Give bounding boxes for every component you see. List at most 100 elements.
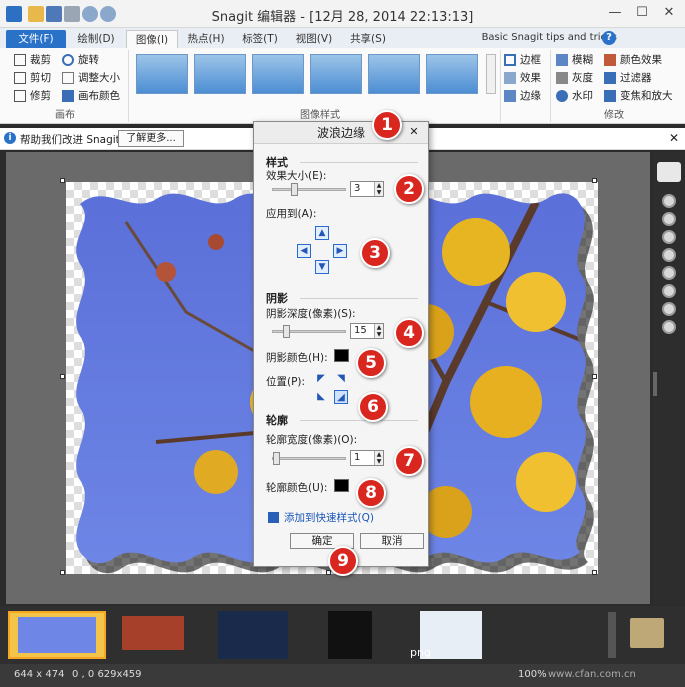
title-bar: Snagit 编辑器 - [12月 28, 2014 22:13:13] — ☐… [0, 0, 685, 28]
apply-right-edge-button[interactable]: ▶ [333, 244, 347, 258]
shadow-depth-slider[interactable] [272, 325, 346, 338]
shadow-position-label: 位置(P): [266, 376, 306, 388]
tips-link[interactable]: Basic Snagit tips and tricks [482, 32, 617, 43]
border-icon [504, 54, 516, 66]
tab-image[interactable]: 图像(I) [126, 30, 178, 48]
canvas-color-button[interactable]: 画布颜色 [62, 88, 120, 104]
resize-button[interactable]: 调整大小 [62, 70, 120, 86]
callout-badge: 6 [358, 392, 388, 422]
rotate-icon [62, 54, 74, 66]
maximize-button[interactable]: ☐ [632, 5, 652, 21]
resize-handle[interactable] [60, 178, 65, 183]
color-effects-button[interactable]: 颜色效果 [604, 52, 662, 68]
shadow-position-top-left[interactable]: ◤ [314, 372, 328, 386]
resize-icon [62, 72, 74, 84]
tray-thumbnail[interactable] [218, 611, 288, 659]
stepper-arrows[interactable]: ▲ ▼ [374, 182, 383, 196]
tray-scrollbar[interactable] [608, 612, 616, 658]
window-title: Snagit 编辑器 - [12月 28, 2014 22:13:13] [211, 10, 474, 25]
style-gallery-scroll[interactable] [486, 54, 496, 94]
resize-handle[interactable] [592, 374, 597, 379]
zoom-level-readout: 100% [518, 669, 547, 680]
tray-thumbnail[interactable] [328, 611, 372, 659]
image-style-thumbnail[interactable] [426, 54, 478, 94]
help-icon[interactable]: ? [602, 31, 616, 45]
learn-more-button[interactable]: 了解更多... [118, 130, 184, 147]
tab-view[interactable]: 视图(V) [288, 30, 340, 48]
cancel-button[interactable]: 取消 [360, 533, 424, 549]
rotate-button[interactable]: 旋转 [62, 52, 99, 68]
edges-icon [504, 90, 516, 102]
shadow-position-bottom-left[interactable]: ◣ [314, 390, 328, 404]
effect-icon[interactable] [662, 302, 676, 316]
image-style-thumbnail[interactable] [194, 54, 246, 94]
shadow-position-top-right[interactable]: ◥ [334, 372, 348, 386]
tab-tags[interactable]: 标签(T) [234, 30, 286, 48]
effects-button[interactable]: 效果 [504, 70, 541, 86]
ribbon-separator [500, 50, 501, 122]
trim-button[interactable]: 修剪 [14, 88, 51, 104]
sidebar-collapse-handle[interactable] [653, 372, 657, 396]
outline-width-stepper[interactable]: 1 ▲ ▼ [350, 450, 384, 466]
watermark-button[interactable]: 水印 [556, 88, 593, 104]
edges-button[interactable]: 边缘 [504, 88, 541, 104]
tab-share[interactable]: 共享(S) [342, 30, 394, 48]
blur-button[interactable]: 模糊 [556, 52, 593, 68]
resize-handle[interactable] [326, 570, 331, 575]
outline-color-swatch[interactable] [334, 479, 349, 492]
stepper-arrows[interactable]: ▲ ▼ [374, 324, 383, 338]
effect-icon[interactable] [662, 266, 676, 280]
resize-handle[interactable] [592, 570, 597, 575]
slider-thumb[interactable] [291, 183, 298, 196]
effect-icon[interactable] [662, 230, 676, 244]
effect-size-label: 效果大小(E): [266, 170, 327, 182]
ribbon-separator [550, 50, 551, 122]
minimize-button[interactable]: — [605, 5, 625, 21]
shadow-color-swatch[interactable] [334, 349, 349, 362]
library-folder-icon[interactable] [630, 618, 664, 648]
image-style-thumbnail[interactable] [136, 54, 188, 94]
shadow-position-bottom-right[interactable]: ◢ [334, 390, 348, 404]
tray-thumbnail-selected[interactable] [8, 611, 106, 659]
slider-thumb[interactable] [273, 452, 280, 465]
effect-icon[interactable] [662, 212, 676, 226]
effect-icon[interactable] [662, 284, 676, 298]
watermark-icon [556, 90, 568, 102]
image-style-thumbnail[interactable] [368, 54, 420, 94]
effect-icon[interactable] [662, 194, 676, 208]
effect-icon[interactable] [662, 248, 676, 262]
image-style-thumbnail[interactable] [310, 54, 362, 94]
dialog-close-button[interactable]: ✕ [406, 125, 422, 139]
border-button[interactable]: 边框 [504, 52, 541, 68]
effect-size-slider[interactable] [272, 183, 346, 196]
effect-size-stepper[interactable]: 3 ▲ ▼ [350, 181, 384, 197]
resize-handle[interactable] [592, 178, 597, 183]
star-icon[interactable] [662, 320, 676, 334]
notification-close-icon[interactable]: ✕ [669, 131, 679, 145]
apply-bottom-edge-button[interactable]: ▼ [315, 260, 329, 274]
cut-button[interactable]: 剪切 [14, 70, 51, 86]
image-style-thumbnail[interactable] [252, 54, 304, 94]
slider-thumb[interactable] [283, 325, 290, 338]
filters-button[interactable]: 过滤器 [604, 70, 652, 86]
stepper-arrows[interactable]: ▲ ▼ [374, 451, 383, 465]
tray-thumbnail[interactable] [122, 616, 184, 650]
zoom-magnify-button[interactable]: 变焦和放大 [604, 88, 673, 104]
tab-hotspot[interactable]: 热点(H) [180, 30, 232, 48]
shadow-depth-stepper[interactable]: 15 ▲ ▼ [350, 323, 384, 339]
canvas-color-icon [62, 90, 74, 102]
resize-handle[interactable] [60, 374, 65, 379]
search-icon[interactable] [657, 162, 681, 182]
close-button[interactable]: ✕ [659, 5, 679, 21]
apply-top-edge-button[interactable]: ▲ [315, 226, 329, 240]
tab-file[interactable]: 文件(F) [6, 30, 66, 48]
apply-left-edge-button[interactable]: ◀ [297, 244, 311, 258]
outline-section-heading: 轮廓 [266, 414, 288, 427]
tab-draw[interactable]: 绘制(D) [70, 30, 122, 48]
outline-width-slider[interactable] [272, 452, 346, 465]
resize-handle[interactable] [60, 570, 65, 575]
add-quick-style-link[interactable]: 添加到快速样式(Q) [284, 510, 374, 525]
crop-button[interactable]: 裁剪 [14, 52, 51, 68]
grayscale-button[interactable]: 灰度 [556, 70, 593, 86]
callout-badge: 4 [394, 318, 424, 348]
